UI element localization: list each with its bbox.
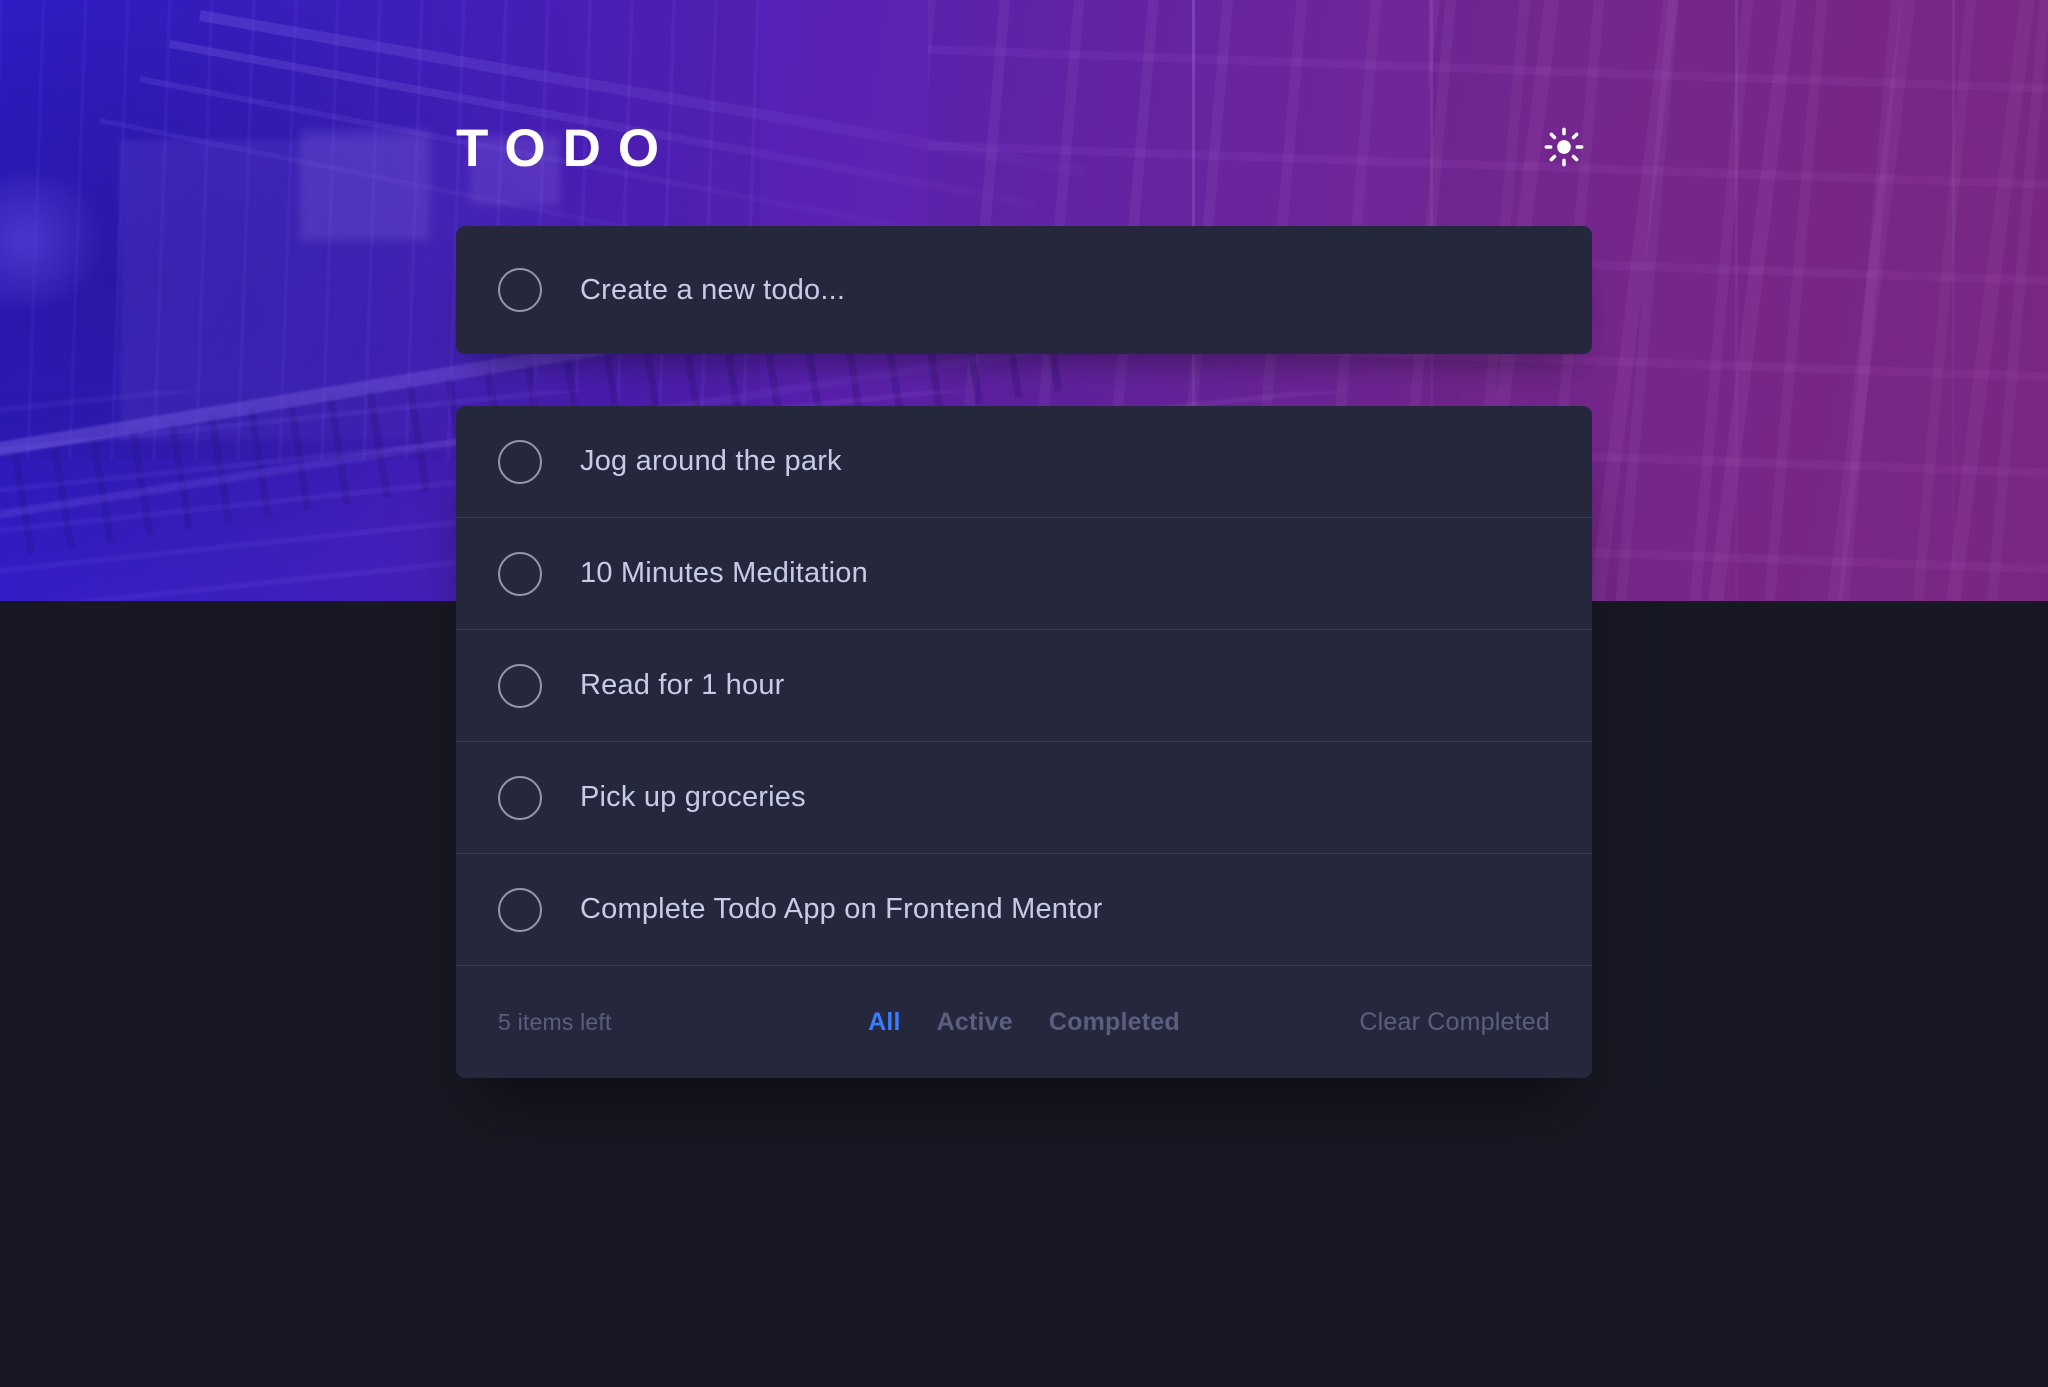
table-row[interactable]: Read for 1 hour bbox=[456, 630, 1592, 742]
table-row[interactable]: 10 Minutes Meditation bbox=[456, 518, 1592, 630]
todo-list-footer: 5 items left All Active Completed Clear … bbox=[456, 966, 1592, 1078]
new-todo-card bbox=[456, 226, 1592, 354]
circle-icon[interactable] bbox=[498, 439, 542, 484]
todo-label: Pick up groceries bbox=[580, 781, 806, 813]
filter-active[interactable]: Active bbox=[937, 1008, 1013, 1037]
filter-all[interactable]: All bbox=[868, 1008, 901, 1037]
circle-icon[interactable] bbox=[498, 663, 542, 708]
items-left-count: 5 items left bbox=[498, 1008, 612, 1035]
todo-label: Jog around the park bbox=[580, 445, 842, 477]
table-row[interactable]: Jog around the park bbox=[456, 406, 1592, 518]
table-row[interactable]: Pick up groceries bbox=[456, 742, 1592, 854]
sun-icon bbox=[1544, 127, 1584, 170]
todo-label: Complete Todo App on Frontend Mentor bbox=[580, 893, 1103, 925]
todo-label: Read for 1 hour bbox=[580, 669, 785, 701]
theme-toggle-button[interactable] bbox=[1538, 122, 1590, 174]
page-title: TODO bbox=[456, 118, 677, 178]
content-column: TODO Create a new todo... Jog around the… bbox=[456, 0, 1592, 1078]
circle-icon[interactable] bbox=[498, 775, 542, 820]
new-todo-input[interactable] bbox=[580, 273, 1592, 307]
circle-icon[interactable] bbox=[498, 268, 542, 312]
table-row[interactable]: Complete Todo App on Frontend Mentor bbox=[456, 854, 1592, 966]
todo-app: TODO Create a new todo... Jog around the… bbox=[0, 0, 2048, 1387]
todo-label: 10 Minutes Meditation bbox=[580, 557, 868, 589]
clear-completed-button[interactable]: Clear Completed bbox=[1359, 1008, 1550, 1037]
circle-icon[interactable] bbox=[498, 887, 542, 932]
app-header: TODO bbox=[456, 0, 1592, 175]
filter-completed[interactable]: Completed bbox=[1049, 1008, 1180, 1037]
todo-list-card: Jog around the park 10 Minutes Meditatio… bbox=[456, 406, 1592, 1078]
circle-icon[interactable] bbox=[498, 551, 542, 596]
